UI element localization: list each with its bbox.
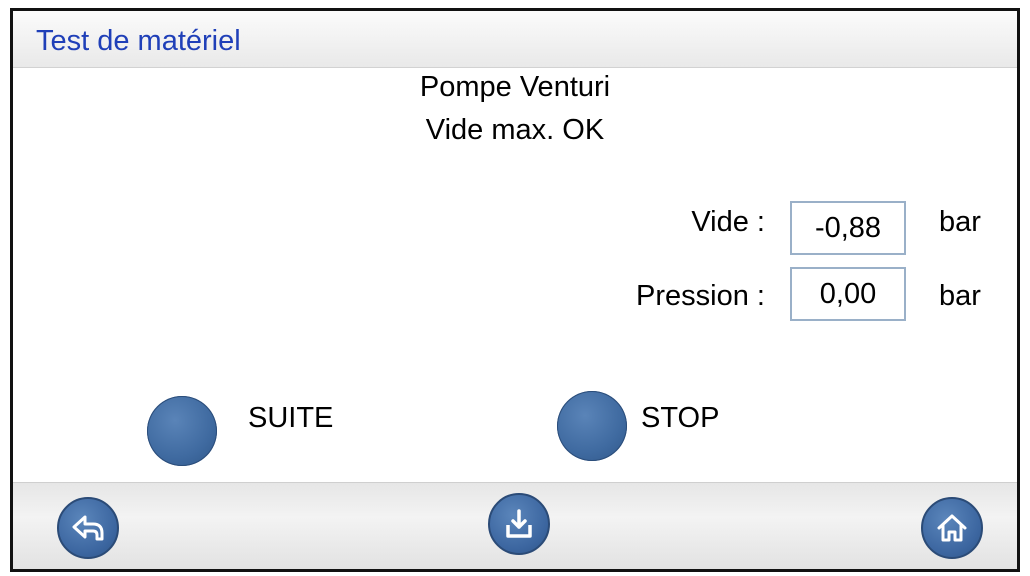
back-arrow-icon <box>72 515 104 541</box>
screen-frame: Test de matériel Pompe Venturi Vide max.… <box>10 8 1020 572</box>
vacuum-unit: bar <box>939 206 981 238</box>
stop-label: STOP <box>641 402 720 434</box>
suite-button[interactable] <box>147 396 217 466</box>
download-icon <box>506 509 532 538</box>
device-name: Pompe Venturi <box>419 71 611 103</box>
home-icon <box>937 514 967 542</box>
stop-button[interactable] <box>557 391 627 461</box>
pressure-unit: bar <box>939 280 981 312</box>
pressure-label: Pression : <box>636 280 765 312</box>
suite-label: SUITE <box>248 402 334 434</box>
title-bar: Test de matériel <box>13 11 1017 68</box>
page-title: Test de matériel <box>36 25 241 57</box>
home-button[interactable] <box>921 497 983 559</box>
download-button[interactable] <box>488 493 550 555</box>
vacuum-value-field: -0,88 <box>790 201 906 255</box>
status-message: Vide max. OK <box>425 114 605 146</box>
vacuum-label: Vide : <box>691 206 765 238</box>
pressure-value-field: 0,00 <box>790 267 906 321</box>
footer-bar <box>13 482 1017 569</box>
back-button[interactable] <box>57 497 119 559</box>
